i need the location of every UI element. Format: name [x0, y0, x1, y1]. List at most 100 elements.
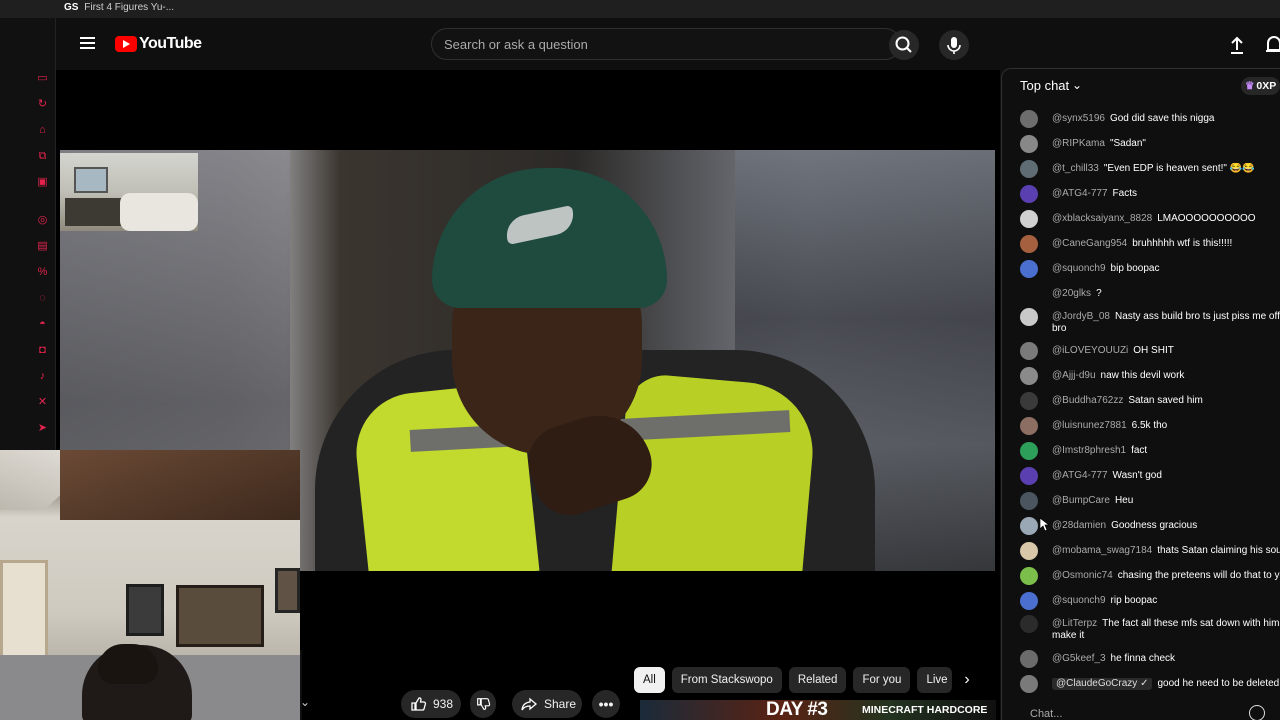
- tiktok-icon[interactable]: ♪: [36, 370, 49, 383]
- chat-author[interactable]: @squonch9: [1052, 595, 1106, 606]
- avatar[interactable]: [1020, 110, 1038, 128]
- more-actions-button[interactable]: •••: [592, 690, 620, 718]
- chat-text: "Sadan": [1109, 138, 1146, 149]
- like-button[interactable]: 938: [401, 690, 461, 718]
- x-icon[interactable]: ✕: [36, 396, 49, 409]
- chat-author[interactable]: @synx5196: [1052, 113, 1105, 124]
- chat-author[interactable]: @LitTerpz: [1052, 618, 1097, 629]
- percent-icon[interactable]: %: [36, 266, 49, 279]
- avatar[interactable]: [1020, 592, 1038, 610]
- chat-author[interactable]: @20glks: [1052, 288, 1091, 299]
- card-icon[interactable]: ▣: [36, 176, 49, 189]
- chat-author[interactable]: @Ajjj-d9u: [1052, 370, 1096, 381]
- avatar[interactable]: [1020, 308, 1038, 326]
- avatar[interactable]: [1020, 542, 1038, 560]
- chat-filter-dropdown[interactable]: Top chat: [1020, 78, 1069, 93]
- avatar[interactable]: [1020, 467, 1038, 485]
- chip-from-stackswopo[interactable]: From Stackswopo: [671, 667, 782, 693]
- avatar[interactable]: [1020, 567, 1038, 585]
- chat-author[interactable]: @BumpCare: [1052, 495, 1110, 506]
- chat-message-content: @t_chill33 "Even EDP is heaven sent!" 😂😂: [1052, 163, 1280, 175]
- chat-author[interactable]: @ClaudeGoCrazy ✓: [1052, 678, 1153, 690]
- youtube-logo[interactable]: YouTube: [115, 34, 202, 54]
- thumbs-down-icon: [477, 698, 491, 710]
- telegram-icon[interactable]: ➤: [36, 422, 49, 435]
- chevron-down-icon[interactable]: ⌄: [1072, 78, 1082, 92]
- chat-author[interactable]: @Imstr8phresh1: [1052, 445, 1126, 456]
- chat-author[interactable]: @ATG4-777: [1052, 188, 1108, 199]
- notifications-button[interactable]: [1264, 32, 1280, 58]
- avatar[interactable]: [1020, 185, 1038, 203]
- chat-text: Wasn't god: [1112, 470, 1162, 481]
- video-icon[interactable]: ▭: [36, 72, 49, 85]
- chat-author[interactable]: @iLOVEYOUUZi: [1052, 345, 1128, 356]
- chat-message-content: @RIPKama "Sadan": [1052, 138, 1280, 150]
- target-icon[interactable]: ◎: [36, 214, 49, 227]
- chip-for-you[interactable]: For you: [853, 667, 911, 693]
- link-icon[interactable]: ⧉: [36, 150, 49, 163]
- chat-author[interactable]: @JordyB_08: [1052, 311, 1110, 322]
- chat-message-content: @20glks?: [1052, 288, 1280, 300]
- refresh-icon[interactable]: ↻: [36, 98, 49, 111]
- dislike-button[interactable]: [470, 690, 496, 718]
- chip-live[interactable]: Live: [917, 667, 952, 693]
- avatar[interactable]: [1020, 417, 1038, 435]
- chat-author[interactable]: @xblacksaiyanx_8828: [1052, 213, 1152, 224]
- xp-badge[interactable]: ♛ 0XP: [1241, 77, 1280, 95]
- share-button[interactable]: Share: [512, 690, 582, 718]
- avatar[interactable]: [1020, 615, 1038, 633]
- chat-message-content: @iLOVEYOUUZi OH SHIT: [1052, 345, 1280, 357]
- avatar[interactable]: [1020, 442, 1038, 460]
- recommended-video-thumbnail[interactable]: DAY #3 MINECRAFT HARDCORE: [640, 699, 996, 720]
- avatar[interactable]: [1020, 392, 1038, 410]
- chat-author[interactable]: @ATG4-777: [1052, 470, 1108, 481]
- avatar[interactable]: [1020, 285, 1038, 303]
- chip-related[interactable]: Related: [788, 667, 847, 693]
- upload-icon: [1231, 36, 1243, 54]
- chat-author[interactable]: @luisnunez7881: [1052, 420, 1127, 431]
- instagram-icon[interactable]: ◘: [36, 344, 49, 357]
- avatar[interactable]: [1020, 160, 1038, 178]
- discord-icon[interactable]: ◓: [36, 318, 49, 331]
- chat-author[interactable]: @Osmonic74: [1052, 570, 1113, 581]
- emoji-icon[interactable]: [1249, 705, 1265, 720]
- chip-all[interactable]: All: [634, 667, 665, 693]
- avatar[interactable]: [1020, 675, 1038, 693]
- avatar[interactable]: [1020, 260, 1038, 278]
- chat-author[interactable]: @mobama_swag7184: [1052, 545, 1152, 556]
- chevron-right-icon[interactable]: ›: [954, 667, 980, 693]
- xp-label: 0XP: [1256, 80, 1277, 92]
- search-button[interactable]: [889, 30, 919, 60]
- chat-author[interactable]: @28damien: [1052, 520, 1106, 531]
- chat-input[interactable]: [1030, 708, 1210, 720]
- whatsapp-icon[interactable]: ◌: [36, 292, 49, 305]
- avatar[interactable]: [1020, 135, 1038, 153]
- chat-author[interactable]: @CaneGang954: [1052, 238, 1127, 249]
- chat-text: good he need to be deleted: [1157, 678, 1280, 689]
- search-box[interactable]: [431, 28, 901, 60]
- related-filter-chips: All From Stackswopo Related For you Live: [634, 667, 959, 693]
- chat-message-content: @xblacksaiyanx_8828 LMAOOOOOOOOOO: [1052, 213, 1280, 225]
- menu-icon[interactable]: [80, 37, 95, 50]
- avatar[interactable]: [1020, 367, 1038, 385]
- avatar[interactable]: [1020, 210, 1038, 228]
- tab-title: First 4 Figures Yu-...: [84, 2, 175, 13]
- avatar[interactable]: [1020, 492, 1038, 510]
- chat-author[interactable]: @G5keef_3: [1052, 653, 1106, 664]
- twitch-icon[interactable]: ▤: [36, 240, 49, 253]
- chat-author[interactable]: @t_chill33: [1052, 163, 1099, 174]
- avatar[interactable]: [1020, 235, 1038, 253]
- avatar[interactable]: [1020, 517, 1038, 535]
- avatar[interactable]: [1020, 342, 1038, 360]
- browser-tab[interactable]: GS First 4 Figures Yu-...: [64, 2, 174, 13]
- avatar[interactable]: [1020, 650, 1038, 668]
- chat-message-content: @Buddha762zz Satan saved him: [1052, 395, 1280, 407]
- chat-author[interactable]: @Buddha762zz: [1052, 395, 1123, 406]
- chat-author[interactable]: @squonch9: [1052, 263, 1106, 274]
- upload-button[interactable]: [1224, 32, 1250, 58]
- chat-author[interactable]: @RIPKama: [1052, 138, 1105, 149]
- hat-icon[interactable]: ⌂: [36, 124, 49, 137]
- voice-search-button[interactable]: [939, 30, 969, 60]
- search-input[interactable]: [444, 37, 864, 52]
- chevron-down-icon[interactable]: ⌄: [300, 695, 314, 709]
